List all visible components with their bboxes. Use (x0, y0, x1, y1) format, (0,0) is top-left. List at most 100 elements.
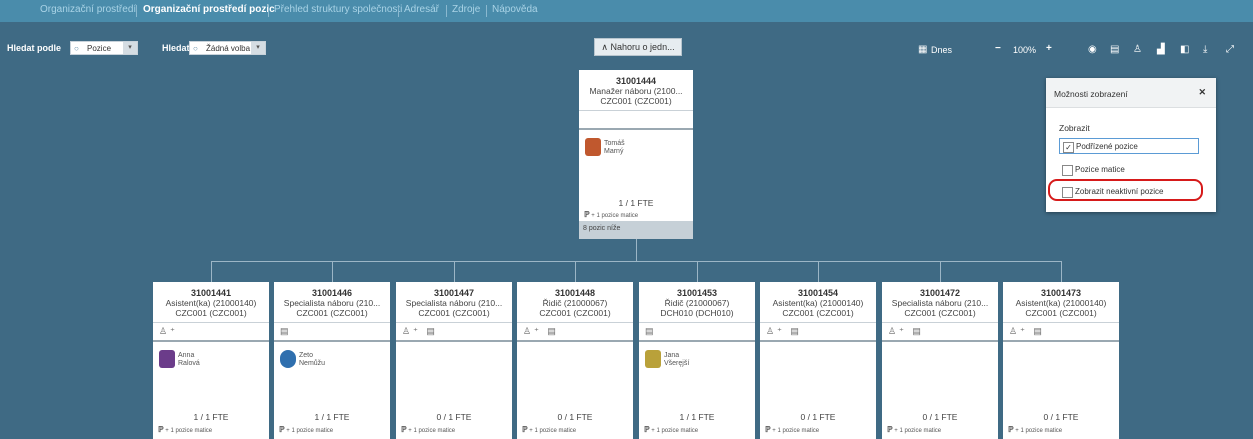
tab-organizacni-prostredi[interactable]: Organizační prostředí (40, 4, 136, 15)
person-name[interactable]: Anna Ralová (178, 352, 200, 368)
tab-zdroje[interactable]: Zdroje (452, 4, 480, 15)
fullscreen-icon[interactable]: ⤢ (1226, 44, 1234, 55)
zoom-out-button[interactable]: − (995, 43, 1001, 54)
search-icon: ○ (74, 44, 79, 53)
matrix-text: + 1 pozice matice (165, 428, 213, 434)
presentation-icon[interactable]: ◧ (1180, 44, 1189, 55)
search-by-select[interactable]: ○ Pozice ▾ (70, 41, 138, 55)
fte-value: 0 / 1 FTE (557, 412, 593, 422)
matrix-link[interactable]: ℙ + 1 pozice matice (644, 425, 698, 434)
clipboard-icon[interactable]: ▤ (1110, 44, 1119, 55)
position-org: CZC001 (CZC001) (904, 308, 976, 318)
search-label: Hledat (162, 43, 190, 53)
add-user-icon[interactable]: ♙⁺ ▤ (1009, 326, 1045, 337)
calendar-icon[interactable]: ▦ (918, 44, 927, 55)
divider (274, 340, 390, 342)
bar-chart-icon[interactable]: ▟ (1157, 44, 1165, 55)
divider (396, 340, 512, 342)
matrix-link[interactable]: ℙ + 1 pozice matice (887, 425, 941, 434)
add-user-icon[interactable]: ♙⁺ ▤ (766, 326, 802, 337)
search-select[interactable]: ○ Žádná volba ▾ (189, 41, 266, 55)
connector-line (454, 261, 455, 282)
matrix-link[interactable]: ℙ + 1 pozice matice (765, 425, 819, 434)
checkbox-icon[interactable] (1062, 165, 1073, 176)
position-org: CZC001 (CZC001) (418, 308, 490, 318)
add-user-icon[interactable]: ♙⁺ ▤ (888, 326, 924, 337)
fte-value: 1 / 1 FTE (314, 412, 350, 422)
position-card[interactable]: 31001441 Asistent(ka) (21000140) CZC001 … (153, 282, 269, 439)
panel-section-heading: Zobrazit (1059, 123, 1090, 133)
top-navigation: Organizační prostředí Organizační prostř… (0, 0, 1253, 22)
tab-adresar[interactable]: Adresář (404, 4, 439, 15)
position-code: 31001447 (433, 288, 475, 298)
clipboard-icon[interactable]: ▤ (645, 326, 657, 337)
matrix-icon: ℙ (765, 425, 771, 434)
position-card[interactable]: 31001454 Asistent(ka) (21000140) CZC001 … (760, 282, 876, 439)
position-org: DCH010 (DCH010) (660, 308, 734, 318)
tab-napoveda[interactable]: Nápověda (492, 4, 538, 15)
position-card[interactable]: 31001453 Řidič (21000067) DCH010 (DCH010… (639, 282, 755, 439)
positions-below[interactable]: 8 pozic níže (579, 221, 693, 239)
up-one-level-button[interactable]: ∧ Nahoru o jedn... (594, 38, 682, 56)
checkbox-checked-icon[interactable]: ✓ (1063, 142, 1074, 153)
download-icon[interactable]: ⤓ (1203, 44, 1207, 55)
matrix-link[interactable]: ℙ + 1 pozice matice (279, 425, 333, 434)
avatar (645, 350, 661, 368)
root-position-card[interactable]: 31001444 Manažer náboru (2100... CZC001 … (579, 70, 693, 239)
position-code: 31001454 (797, 288, 839, 298)
person-first-name: Tomáš (604, 140, 625, 147)
add-user-icon[interactable]: ♙⁺ (159, 326, 178, 337)
position-title: Řidič (21000067) (542, 298, 608, 308)
person-first-name: Zeto (299, 352, 314, 359)
avatar (159, 350, 175, 368)
position-card[interactable]: 31001448 Řidič (21000067) CZC001 (CZC001… (517, 282, 633, 439)
position-code: 31001446 (311, 288, 353, 298)
matrix-link[interactable]: ℙ + 1 pozice matice (401, 425, 455, 434)
user-assign-icon[interactable]: ♙ (1133, 44, 1142, 55)
divider (760, 322, 876, 323)
position-org: CZC001 (CZC001) (296, 308, 368, 318)
person-name[interactable]: Tomáš Marný (604, 140, 625, 156)
position-card[interactable]: 31001473 Asistent(ka) (21000140) CZC001 … (1003, 282, 1119, 439)
person-first-name: Anna (178, 352, 195, 359)
matrix-icon: ℙ (158, 425, 164, 434)
matrix-link[interactable]: ℙ + 1 pozice matice (1008, 425, 1062, 434)
date-label[interactable]: Dnes (931, 45, 952, 55)
connector-line (636, 239, 637, 261)
position-title: Specialista náboru (210... (891, 298, 989, 308)
add-user-icon[interactable]: ♙⁺ ▤ (523, 326, 559, 337)
divider (517, 322, 633, 323)
add-user-icon[interactable]: ♙⁺ ▤ (402, 326, 438, 337)
matrix-link[interactable]: ℙ + 1 pozice matice (522, 425, 576, 434)
person-name[interactable]: Zeto Nemůžu (299, 352, 325, 368)
tab-separator (268, 5, 269, 17)
matrix-text: + 1 pozice matice (1015, 428, 1063, 434)
matrix-link[interactable]: ℙ + 1 pozice matice (158, 425, 212, 434)
divider (1003, 340, 1119, 342)
position-card[interactable]: 31001446 Specialista náboru (210... CZC0… (274, 282, 390, 439)
zoom-level: 100% (1013, 45, 1037, 55)
matrix-icon: ℙ (401, 425, 407, 434)
position-code: 31001444 (615, 76, 657, 86)
tab-organizacni-prostredi-pozic[interactable]: Organizační prostředí pozic (143, 4, 275, 15)
zoom-in-button[interactable]: + (1046, 43, 1052, 54)
connector-line (697, 261, 698, 282)
matrix-icon: ℙ (584, 210, 590, 219)
option-podrizene-pozice[interactable]: ✓ Podřízené pozice (1059, 138, 1199, 154)
option-pozice-matice[interactable]: Pozice matice (1059, 162, 1199, 178)
search-value: Žádná volba (206, 44, 251, 53)
position-card[interactable]: 31001472 Specialista náboru (210... CZC0… (882, 282, 998, 439)
close-icon[interactable]: ✕ (1198, 87, 1206, 98)
person-name[interactable]: Jana Všeręjší (664, 352, 689, 368)
position-card[interactable]: 31001447 Specialista náboru (210... CZC0… (396, 282, 512, 439)
matrix-icon: ℙ (1008, 425, 1014, 434)
up-button-label: Nahoru o jedn... (610, 42, 675, 52)
position-code: 31001473 (1040, 288, 1082, 298)
eye-icon[interactable]: ◉ (1088, 44, 1097, 55)
clipboard-icon[interactable]: ▤ (280, 326, 292, 337)
position-org: CZC001 (CZC001) (600, 96, 672, 106)
divider (274, 322, 390, 323)
tab-separator (446, 5, 447, 17)
matrix-link[interactable]: ℙ + 1 pozice matice (584, 210, 638, 219)
tab-prehled-struktury[interactable]: Přehled struktury společnosti (274, 4, 402, 15)
